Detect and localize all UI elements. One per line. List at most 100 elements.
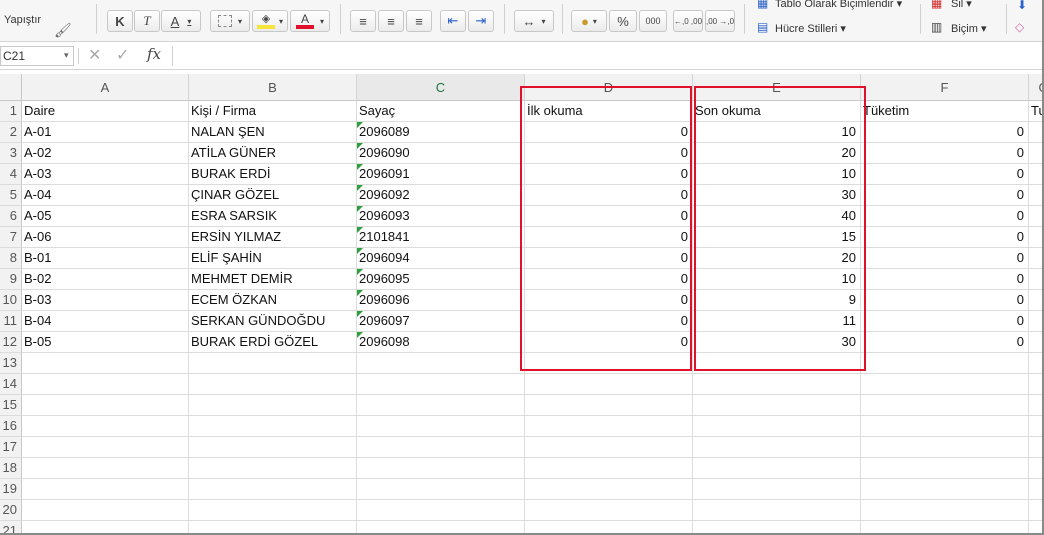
table-cell[interactable]: 2096090: [357, 143, 525, 164]
table-cell[interactable]: 2096098: [357, 332, 525, 353]
row-header[interactable]: 13: [0, 353, 22, 374]
table-cell[interactable]: ERSİN YILMAZ: [189, 227, 357, 248]
table-cell[interactable]: 0: [525, 227, 693, 248]
table-cell[interactable]: A-03: [22, 164, 189, 185]
header-cell[interactable]: Sayaç: [357, 101, 525, 122]
empty-cell[interactable]: [525, 353, 693, 374]
row-header[interactable]: 1: [0, 101, 22, 122]
empty-cell[interactable]: [861, 458, 1029, 479]
empty-cell[interactable]: [525, 437, 693, 458]
empty-cell[interactable]: [525, 416, 693, 437]
header-cell[interactable]: Tu: [1029, 101, 1042, 122]
empty-cell[interactable]: [357, 500, 525, 521]
empty-cell[interactable]: [357, 521, 525, 533]
table-cell[interactable]: 0: [525, 164, 693, 185]
empty-cell[interactable]: [525, 395, 693, 416]
table-cell[interactable]: A-05: [22, 206, 189, 227]
empty-cell[interactable]: [861, 374, 1029, 395]
table-cell[interactable]: A-01: [22, 122, 189, 143]
empty-cell[interactable]: [189, 500, 357, 521]
empty-cell[interactable]: [22, 353, 189, 374]
column-header-e[interactable]: E: [693, 74, 861, 101]
increase-decimal-button[interactable]: ←,0 ,00: [673, 10, 703, 32]
table-cell[interactable]: 0: [861, 164, 1029, 185]
table-cell[interactable]: 0: [525, 122, 693, 143]
empty-cell[interactable]: [525, 500, 693, 521]
empty-cell[interactable]: [693, 374, 861, 395]
row-header[interactable]: 10: [0, 290, 22, 311]
empty-cell[interactable]: [861, 479, 1029, 500]
empty-cell[interactable]: [357, 416, 525, 437]
name-box-dropdown-icon[interactable]: ▾: [64, 50, 69, 61]
merge-cells-button[interactable]: ↔ ▾: [514, 10, 554, 32]
table-cell[interactable]: 0: [525, 206, 693, 227]
table-cell[interactable]: A-04: [22, 185, 189, 206]
empty-cell[interactable]: [189, 374, 357, 395]
table-cell[interactable]: SERKAN GÜNDOĞDU: [189, 311, 357, 332]
row-header[interactable]: 9: [0, 269, 22, 290]
table-cell[interactable]: 15: [693, 227, 861, 248]
empty-cell[interactable]: [1029, 458, 1042, 479]
empty-cell[interactable]: [357, 479, 525, 500]
table-cell[interactable]: ECEM ÖZKAN: [189, 290, 357, 311]
table-cell[interactable]: NALAN ŞEN: [189, 122, 357, 143]
empty-cell[interactable]: [1029, 185, 1042, 206]
empty-cell[interactable]: [693, 437, 861, 458]
table-cell[interactable]: 2096097: [357, 311, 525, 332]
row-header[interactable]: 6: [0, 206, 22, 227]
empty-cell[interactable]: [1029, 353, 1042, 374]
empty-cell[interactable]: [189, 521, 357, 533]
table-cell[interactable]: 20: [693, 143, 861, 164]
empty-cell[interactable]: [22, 395, 189, 416]
table-cell[interactable]: 2096089: [357, 122, 525, 143]
fill-color-button[interactable]: ◈ ▾: [252, 10, 288, 32]
empty-cell[interactable]: [1029, 479, 1042, 500]
empty-cell[interactable]: [525, 521, 693, 533]
font-color-button[interactable]: A ▾: [290, 10, 330, 32]
table-cell[interactable]: 0: [525, 143, 693, 164]
empty-cell[interactable]: [1029, 332, 1042, 353]
empty-cell[interactable]: [693, 458, 861, 479]
borders-button[interactable]: ▾: [210, 10, 250, 32]
row-header[interactable]: 20: [0, 500, 22, 521]
table-cell[interactable]: 2096095: [357, 269, 525, 290]
empty-cell[interactable]: [693, 395, 861, 416]
column-header-d[interactable]: D: [525, 74, 693, 101]
table-cell[interactable]: 0: [525, 332, 693, 353]
confirm-icon[interactable]: ✓: [116, 45, 129, 65]
empty-cell[interactable]: [1029, 374, 1042, 395]
empty-cell[interactable]: [693, 479, 861, 500]
table-cell[interactable]: ATİLA GÜNER: [189, 143, 357, 164]
table-cell[interactable]: 0: [525, 185, 693, 206]
empty-cell[interactable]: [525, 458, 693, 479]
table-cell[interactable]: 0: [861, 143, 1029, 164]
empty-cell[interactable]: [22, 458, 189, 479]
empty-cell[interactable]: [1029, 164, 1042, 185]
table-cell[interactable]: 0: [861, 185, 1029, 206]
table-cell[interactable]: 0: [861, 332, 1029, 353]
empty-cell[interactable]: [357, 395, 525, 416]
table-cell[interactable]: ESRA SARSIK: [189, 206, 357, 227]
table-cell[interactable]: 0: [525, 248, 693, 269]
fx-icon[interactable]: fx: [147, 45, 161, 63]
header-cell[interactable]: Tüketim: [861, 101, 1029, 122]
table-cell[interactable]: 11: [693, 311, 861, 332]
formula-input[interactable]: [172, 46, 1042, 66]
empty-cell[interactable]: [189, 479, 357, 500]
header-cell[interactable]: Son okuma: [693, 101, 861, 122]
row-header[interactable]: 4: [0, 164, 22, 185]
empty-cell[interactable]: [1029, 143, 1042, 164]
empty-cell[interactable]: [22, 521, 189, 533]
delete-button[interactable]: Sil ▾: [951, 0, 972, 10]
empty-cell[interactable]: [693, 353, 861, 374]
empty-cell[interactable]: [1029, 206, 1042, 227]
table-cell[interactable]: 9: [693, 290, 861, 311]
decrease-indent-button[interactable]: ⇤: [440, 10, 466, 32]
empty-cell[interactable]: [1029, 521, 1042, 533]
row-header[interactable]: 7: [0, 227, 22, 248]
row-header[interactable]: 11: [0, 311, 22, 332]
table-cell[interactable]: 2096091: [357, 164, 525, 185]
currency-button[interactable]: ● ▾: [571, 10, 607, 32]
header-cell[interactable]: Daire: [22, 101, 189, 122]
empty-cell[interactable]: [693, 500, 861, 521]
